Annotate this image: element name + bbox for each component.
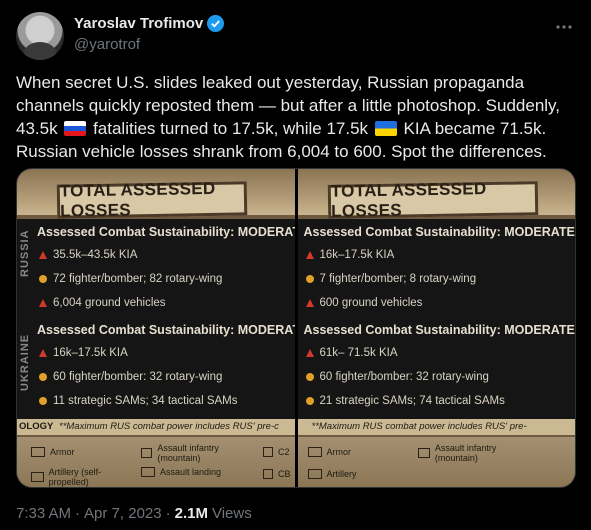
legend-assault-infantry-label: Assault infantry (mountain) [157,443,219,463]
ru-heading: Assessed Combat Sustainability: MODERATE [303,225,575,239]
dot-bullet-icon [39,275,47,283]
legend-armor-label: Armor [50,447,75,457]
cb-symbol-icon [263,469,273,479]
legend-artillery: Artillery (self-propelled) [31,467,131,487]
author-handle[interactable]: @yarotrof [74,36,140,53]
ru-row-vehicles: 600 ground vehicles [305,297,423,309]
ru-heading: Assessed Combat Sustainability: MODERATE [37,225,295,239]
ru-vehicles-text: 600 ground vehicles [319,297,423,309]
tweet-date[interactable]: Apr 7, 2023 [84,505,162,522]
tweet-meta: 7:33 AM · Apr 7, 2023 · 2.1M Views [16,505,252,522]
ukraine-side-label: UKRAINE [19,333,31,391]
triangle-bullet-icon [39,349,47,357]
ru-row-aircraft: 7 fighter/bomber; 8 rotary-wing [305,273,477,285]
views-count: 2.1M [174,505,208,522]
ru-row-vehicles: 6,004 ground vehicles [39,297,166,309]
dot-bullet-icon [39,397,47,405]
ua-row-aircraft: 60 fighter/bomber: 32 rotary-wing [305,371,489,383]
photo-edited[interactable]: TOTAL ASSESSED LOSSES Assessed Combat Su… [297,169,575,487]
triangle-bullet-icon [39,251,47,259]
dot-bullet-icon [39,373,47,381]
ru-aircraft-text: 7 fighter/bomber; 8 rotary-wing [319,273,477,285]
ru-row-kia: 35.5k–43.5k KIA [39,249,137,261]
legend-artillery-label: Artillery [326,469,357,479]
avatar[interactable] [16,12,64,60]
triangle-bullet-icon [305,251,314,259]
ua-aircraft-text: 60 fighter/bomber: 32 rotary-wing [53,371,223,383]
note-prefix: OLOGY [19,421,54,432]
meta-separator: · [75,505,81,522]
legend-assault-landing: Assault landing [141,467,231,477]
legend-artillery: Artillery [307,469,357,479]
landing-symbol-icon [141,467,155,477]
legend-cb-label: CB [278,469,291,479]
ua-heading: Assessed Combat Sustainability: MODERATE [37,323,295,337]
ua-sams-text: 11 strategic SAMs; 34 tactical SAMs [53,395,238,407]
legend-assault-infantry: Assault infantry (mountain) [141,443,241,463]
legend-armor-label: Armor [326,447,352,457]
triangle-bullet-icon [305,349,314,357]
dot-bullet-icon [305,275,314,283]
russia-side-label: RUSSIA [19,229,31,277]
ua-row-kia: 61k– 71.5k KIA [305,347,398,359]
ua-kia-text: 61k– 71.5k KIA [319,347,398,359]
infantry-symbol-icon [141,448,153,458]
infantry-symbol-icon [417,448,430,458]
legend-assault-landing-label: Assault landing [160,467,222,477]
ru-row-aircraft: 72 fighter/bomber; 82 rotary-wing [39,273,222,285]
legend-artillery-label: Artillery (self-propelled) [48,467,102,487]
russia-flag-icon [64,121,87,136]
author-name[interactable]: Yaroslav Trofimov [74,15,203,32]
legend-assault-infantry-label: Assault infantry (mountain) [434,443,497,463]
ru-kia-text: 35.5k–43.5k KIA [53,249,138,261]
triangle-bullet-icon [305,299,314,307]
tweet-text-part-2: fatalities turned to 17.5k, while 17.5k [93,119,369,138]
ua-row-sams: 11 strategic SAMs; 34 tactical SAMs [39,395,238,407]
legend-c2-label: C2 [278,447,290,457]
legend-armor: Armor [31,447,75,457]
slide-title: TOTAL ASSESSED LOSSES [56,179,248,221]
legend-c2: C2 [263,447,290,457]
tweet-time[interactable]: 7:33 AM [16,505,71,522]
views-label: Views [211,505,252,522]
legend-assault-infantry: Assault infantry (mountain) [417,443,528,463]
slide-note: **Maximum RUS combat power includes RUS'… [311,421,527,432]
dot-bullet-icon [305,397,314,405]
verified-badge-icon [207,15,225,32]
tweet-header: Yaroslav Trofimov @yarotrof [16,12,575,60]
artillery-symbol-icon [307,469,322,479]
dot-bullet-icon [305,373,314,381]
c2-symbol-icon [263,447,273,457]
ru-row-kia: 16k–17.5k KIA [305,249,395,261]
tweet-text: When secret U.S. slides leaked out yeste… [16,71,576,163]
ua-row-kia: 16k–17.5k KIA [39,347,128,359]
author-name-row: Yaroslav Trofimov [74,15,225,32]
legend-armor: Armor [307,447,352,457]
armor-symbol-icon [307,447,322,457]
ua-heading: Assessed Combat Sustainability: MODERATE [303,323,575,337]
meta-separator: · [165,505,171,522]
tweet-media: TOTAL ASSESSED LOSSES RUSSIA UKRAINE Ass… [16,168,576,488]
photo-original[interactable]: TOTAL ASSESSED LOSSES RUSSIA UKRAINE Ass… [17,169,295,487]
armor-symbol-icon [31,447,45,457]
ru-aircraft-text: 72 fighter/bomber; 82 rotary-wing [53,273,223,285]
ua-row-sams: 21 strategic SAMs; 74 tactical SAMs [305,395,505,407]
ru-vehicles-text: 6,004 ground vehicles [53,297,166,309]
more-options-icon[interactable] [553,16,575,38]
ua-sams-text: 21 strategic SAMs; 74 tactical SAMs [319,395,505,407]
ua-row-aircraft: 60 fighter/bomber: 32 rotary-wing [39,371,222,383]
ua-kia-text: 16k–17.5k KIA [53,347,128,359]
ru-kia-text: 16k–17.5k KIA [319,249,395,261]
slide-note: **Maximum RUS combat power includes RUS'… [59,421,279,432]
legend-cb: CB [263,469,291,479]
artillery-symbol-icon [31,472,44,482]
slide-title: TOTAL ASSESSED LOSSES [327,179,538,221]
ua-aircraft-text: 60 fighter/bomber: 32 rotary-wing [319,371,489,383]
ukraine-flag-icon [374,121,397,136]
triangle-bullet-icon [39,299,47,307]
